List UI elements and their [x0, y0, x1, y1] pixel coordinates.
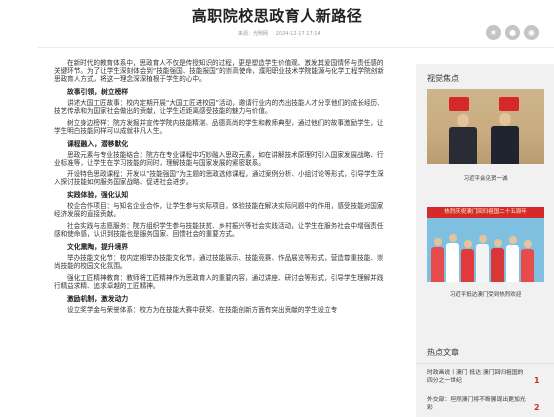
- flag-icon: [449, 97, 469, 111]
- focus-photo-meeting[interactable]: [427, 89, 544, 164]
- article-paragraph: 树立身边榜样：院方发掘并宣传学院内技能精湛、品德高尚的学生和教师典型，通过他们的…: [54, 118, 384, 135]
- child-figure: [476, 244, 489, 282]
- focus-photo-welcome[interactable]: 热烈庆祝澳门回归祖国二十五周年: [427, 207, 544, 282]
- article-paragraph: 举办技能文化节：校内定期举办技能文化节，通过技能展示、技能竞赛、作品展览等形式，…: [54, 254, 384, 271]
- child-figure: [446, 243, 459, 282]
- person-head: [464, 240, 472, 248]
- person-head: [479, 235, 487, 243]
- welcome-banner: 热烈庆祝澳门回归祖国二十五周年: [427, 207, 544, 218]
- sidebar: 视觉焦点 习近平会见贺一诚 热烈庆祝澳门回归祖国二十五周年 习近平抵达澳门受到热…: [416, 64, 554, 417]
- article-paragraph: 开设特色思政课程：开发以“技能强国”为主题的思政选修课程，通过案例分析、小组讨论…: [54, 170, 384, 187]
- article-paragraph: 社会实践与志愿服务：院方组织学生参与技能扶贫、乡村振兴等社会实践活动，让学生在服…: [54, 222, 384, 239]
- latest-rank: 2: [534, 403, 540, 412]
- focus-caption-2[interactable]: 习近平抵达澳门受到热烈欢迎: [427, 290, 544, 298]
- latest-heading: 热点文章: [427, 348, 459, 357]
- person-head: [494, 239, 502, 247]
- article-header: 高职院校思政育人新路径 来源：光明网 2024-12-17 17:14 ★ ● …: [0, 0, 554, 46]
- person-head: [509, 236, 517, 244]
- child-figure: [521, 249, 534, 282]
- latest-divider: [416, 363, 554, 364]
- article-paragraph: 强化工匠精神教育：教师将工匠精神作为思政育人的重要内容，通过讲座、研讨会等形式，…: [54, 274, 384, 290]
- article-date: 2024-12-17 17:14: [275, 31, 321, 37]
- focus-heading: 视觉焦点: [427, 74, 459, 83]
- article-source: 来源：光明网: [238, 31, 269, 37]
- article-paragraph: 校企合作项目：与知名企业合作，让学生参与实际项目，体验技能在解决实际问题中的作用…: [54, 202, 384, 219]
- person-head: [499, 113, 511, 126]
- section-heading: 激励机制，激发动力: [67, 294, 129, 303]
- child-figure: [491, 248, 504, 282]
- article-paragraph: 设立奖学金与荣誉体系：校方为在技能大赛中获奖、在技能创新方面有突出贡献的学生设立…: [67, 306, 338, 314]
- weibo-icon[interactable]: ◉: [524, 25, 539, 40]
- child-figure: [506, 245, 519, 282]
- child-figure: [461, 249, 474, 282]
- person-left: [449, 127, 477, 164]
- header-divider: [38, 47, 554, 48]
- article-meta: 来源：光明网 2024-12-17 17:14: [238, 30, 327, 37]
- person-head: [434, 238, 442, 246]
- flag-icon: [499, 97, 519, 111]
- section-heading: 实践体验，强化认知: [67, 191, 129, 200]
- section-heading: 课程融入，潜移默化: [67, 139, 129, 148]
- section-heading: 文化熏陶，提升境界: [67, 243, 129, 252]
- person-right: [491, 126, 519, 164]
- section-heading: 故事引领，树立榜样: [67, 87, 129, 96]
- article-paragraph: 在新时代的教育体系中，思政育人不仅是传授知识的过程，更是塑造学生价值观、激发其爱…: [54, 59, 384, 83]
- latest-item[interactable]: 外交部：坦然澳门将不断展现出更加光彩: [427, 397, 527, 413]
- focus-caption-1[interactable]: 习近平会见贺一诚: [427, 174, 544, 182]
- article-body: 在新时代的教育体系中，思政育人不仅是传授知识的过程，更是塑造学生价值观、激发其爱…: [54, 59, 389, 319]
- person-head: [449, 234, 457, 242]
- child-figure: [431, 247, 444, 282]
- latest-item[interactable]: 时政画说丨澳门 抵达 澳门回归祖国的四分之一世纪: [427, 370, 527, 386]
- person-head: [457, 114, 469, 127]
- person-head: [524, 240, 532, 248]
- latest-rank: 1: [534, 376, 540, 385]
- wechat-icon[interactable]: ●: [505, 25, 520, 40]
- article-paragraph: 思政元素与专业技能结合：院方在专业课程中巧妙融入思政元素，如在讲解技术原理时引入…: [54, 150, 384, 167]
- article-title: 高职院校思政育人新路径: [191, 7, 363, 25]
- article-paragraph: 讲述大国工匠故事：校内定期开展“大国工匠进校园”活动，邀请行业内的杰出技能人才分…: [54, 98, 384, 115]
- star-icon[interactable]: ★: [486, 25, 501, 40]
